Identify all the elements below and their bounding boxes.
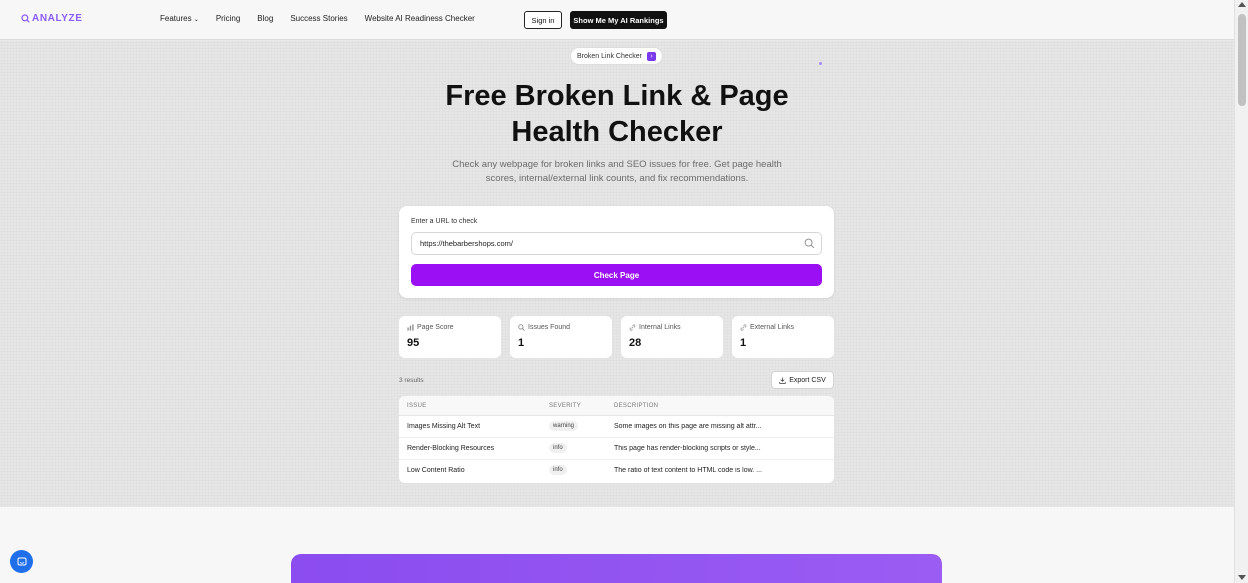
stat-card-page-score: Page Score 95 (399, 316, 501, 358)
results-count: 3 results (399, 377, 424, 384)
nav-pricing[interactable]: Pricing (216, 14, 240, 23)
decorative-dot (819, 62, 822, 65)
chevron-down-icon: ⌄ (193, 17, 199, 23)
page-scrollbar[interactable] (1234, 0, 1248, 583)
table-row[interactable]: Low Content Ratio info The ratio of text… (399, 460, 834, 482)
table-row[interactable]: Images Missing Alt Text warning Some ima… (399, 416, 834, 438)
main-nav: Features ⌄ Pricing Blog Success Stories … (160, 14, 475, 23)
search-icon[interactable] (804, 238, 815, 249)
scroll-thumb[interactable] (1238, 14, 1246, 106)
header-issue: ISSUE (407, 403, 427, 409)
table-header: ISSUE SEVERITY DESCRIPTION (399, 396, 834, 416)
chat-widget-button[interactable] (10, 550, 33, 573)
badge-label: Broken Link Checker (577, 52, 642, 60)
logo-search-icon (21, 14, 30, 23)
stat-label: External Links (750, 324, 794, 331)
stat-value: 1 (740, 337, 747, 349)
sign-in-button[interactable]: Sign in (524, 11, 562, 29)
show-ai-rankings-button[interactable]: Show Me My AI Rankings (570, 11, 667, 29)
url-input[interactable] (411, 232, 822, 255)
stat-card-external-links: External Links 1 (732, 316, 834, 358)
link-icon (740, 324, 747, 331)
stat-value: 1 (518, 337, 525, 349)
stat-value: 28 (629, 337, 642, 349)
export-csv-label: Export CSV (789, 376, 826, 384)
table-row[interactable]: Render-Blocking Resources info This page… (399, 438, 834, 460)
page-title: Free Broken Link & Page Health Checker (445, 80, 789, 148)
severity-badge: info (549, 465, 567, 475)
scroll-up-arrow-icon[interactable] (1238, 2, 1246, 7)
header-severity: SEVERITY (549, 403, 582, 409)
stat-card-issues-found: Issues Found 1 (510, 316, 612, 358)
broken-link-checker-badge[interactable]: Broken Link Checker › (570, 47, 663, 65)
issue-cell: Low Content Ratio (407, 467, 465, 474)
nav-success-stories[interactable]: Success Stories (290, 14, 347, 23)
logo[interactable]: ANALYZE (21, 13, 83, 24)
issue-cell: Render-Blocking Resources (407, 445, 495, 452)
page-subtitle: Check any webpage for broken links and S… (452, 159, 782, 184)
header-description: DESCRIPTION (614, 403, 659, 409)
stat-value: 95 (407, 337, 420, 349)
severity-badge: info (549, 443, 567, 453)
nav-features[interactable]: Features ⌄ (160, 14, 199, 23)
severity-badge: warning (549, 421, 579, 431)
scroll-down-arrow-icon[interactable] (1238, 575, 1246, 580)
nav-blog[interactable]: Blog (257, 14, 273, 23)
stat-card-internal-links: Internal Links 28 (621, 316, 723, 358)
arrow-right-icon: › (646, 51, 656, 61)
chat-icon (17, 557, 26, 565)
results-table: ISSUE SEVERITY DESCRIPTION Images Missin… (399, 396, 834, 483)
check-page-button[interactable]: Check Page (411, 264, 822, 286)
top-navbar: ANALYZE Features ⌄ Pricing Blog Success … (0, 0, 1234, 40)
description-cell: The ratio of text content to HTML code i… (614, 467, 762, 474)
bar-chart-icon (407, 324, 414, 331)
stat-label: Page Score (417, 324, 454, 331)
download-icon (779, 376, 786, 384)
description-cell: This page has render-blocking scripts or… (614, 445, 761, 452)
search-icon (518, 324, 525, 331)
nav-ai-readiness-checker[interactable]: Website AI Readiness Checker (365, 14, 475, 23)
stat-label: Issues Found (528, 324, 571, 331)
issue-cell: Images Missing Alt Text (407, 423, 481, 430)
promo-banner (291, 554, 942, 583)
url-check-card: Enter a URL to check Check Page (399, 206, 834, 298)
description-cell: Some images on this page are missing alt… (614, 423, 762, 430)
stat-label: Internal Links (639, 324, 681, 331)
link-icon (629, 324, 636, 331)
url-field-label: Enter a URL to check (411, 218, 478, 225)
export-csv-button[interactable]: Export CSV (771, 371, 834, 389)
logo-text: ANALYZE (32, 13, 83, 24)
